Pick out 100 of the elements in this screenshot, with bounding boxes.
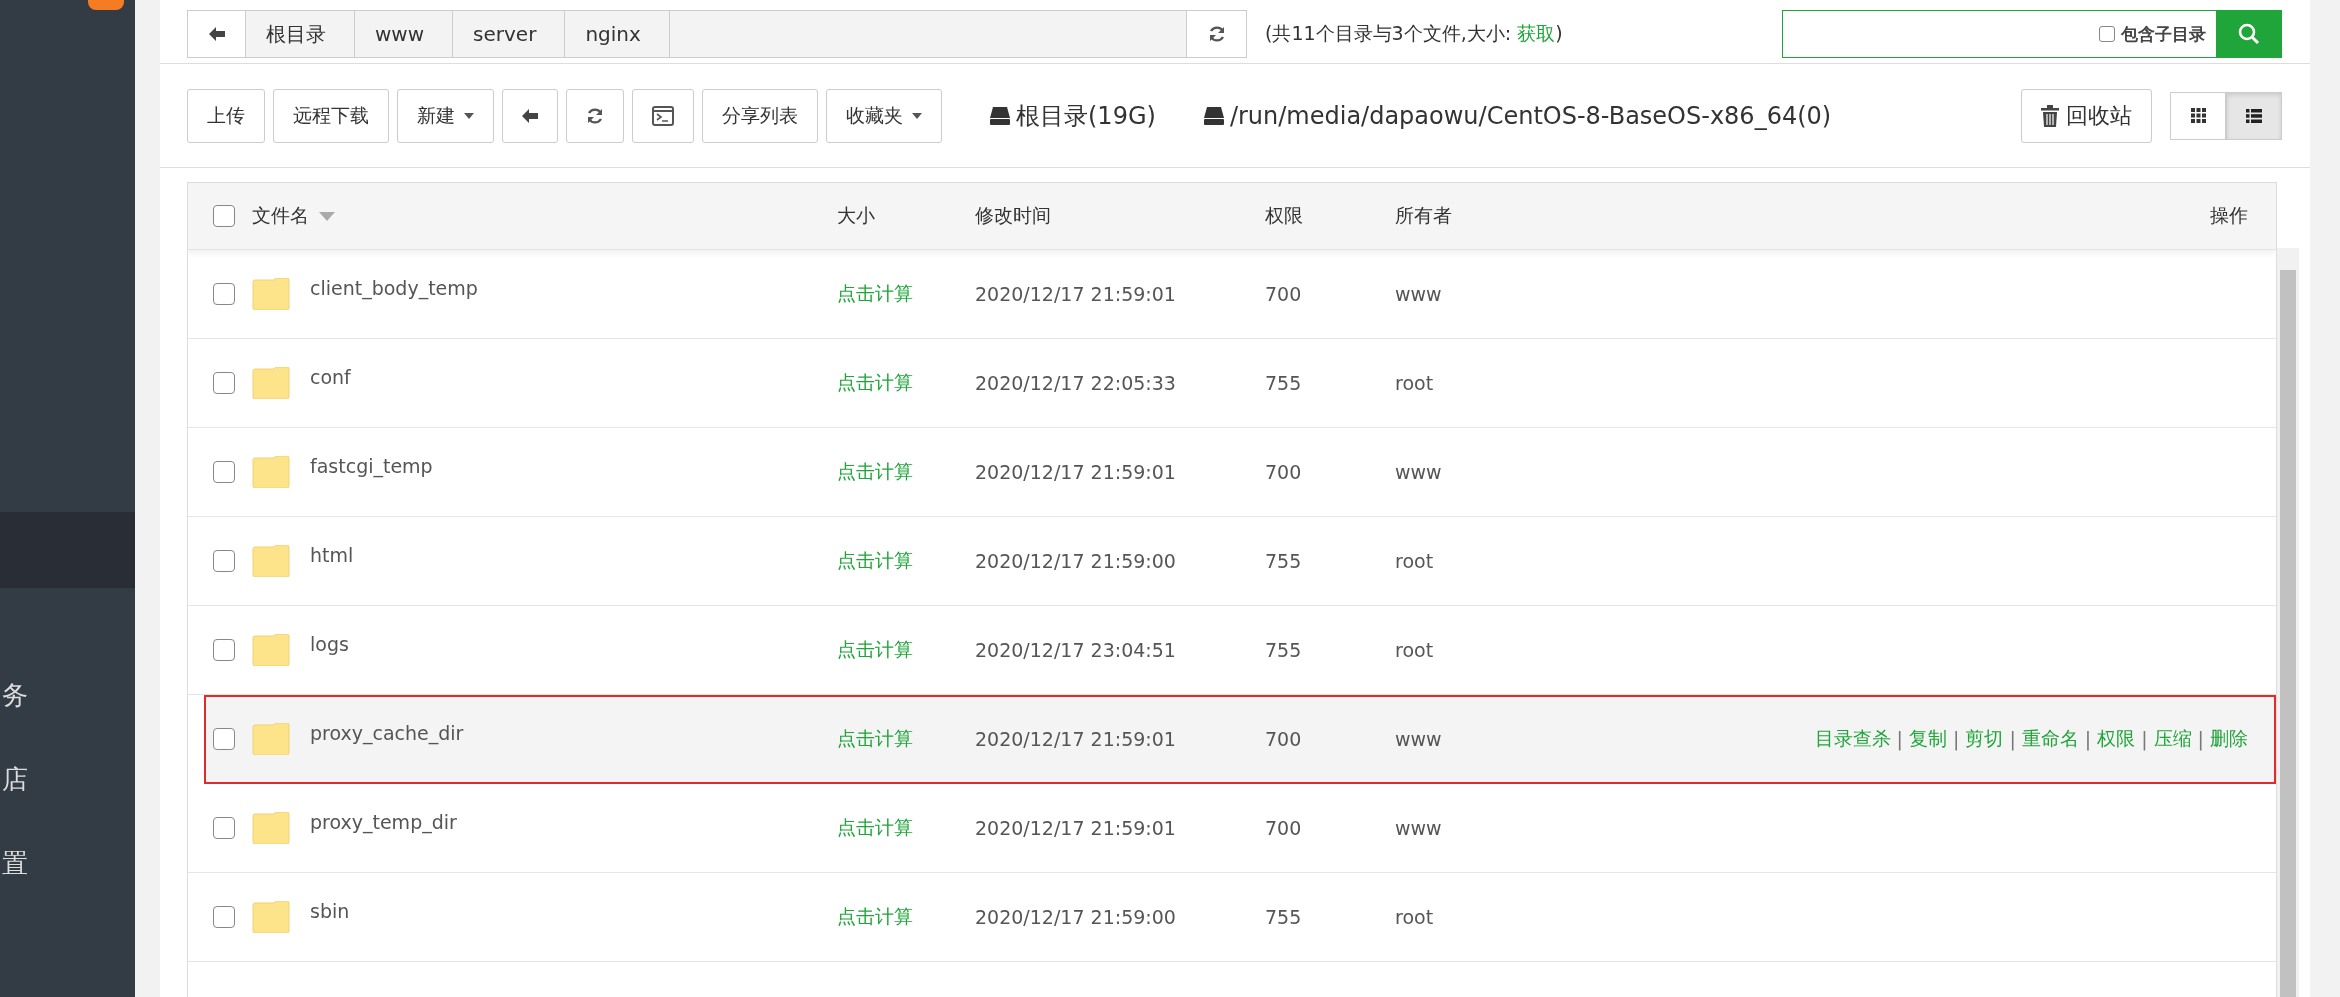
folder-icon [252,723,290,755]
disk-link[interactable]: /run/media/dapaowu/CentOS-8-BaseOS-x86_64(0) [1203,101,1832,130]
table-row[interactable]: html 点击计算 2020/12/17 21:59:00 755 root [188,517,2276,606]
hard-drive-icon [1203,106,1224,125]
sidebar-item[interactable]: 店 [2,764,28,794]
disk-link[interactable]: 根目录(19G) [990,99,1156,132]
separator-text: | [2141,728,2148,750]
separator-text: | [1896,728,1903,750]
list-view-button[interactable] [2226,91,2282,140]
caret-icon [912,112,922,119]
modified-time: 2020/12/17 21:59:01 [975,728,1176,750]
caret-icon [464,112,474,119]
toolbar-button[interactable]: 远程下载 [273,88,389,143]
table-row[interactable]: sbin 点击计算 2020/12/17 21:59:00 755 root [188,873,2276,962]
grid-icon [2190,108,2206,123]
permission-text: 755 [1265,906,1302,928]
permission-text: 700 [1265,283,1302,305]
permission-text: 755 [1265,550,1302,572]
modified-time: 2020/12/17 21:59:01 [975,817,1176,839]
highlighted-row[interactable]: proxy_cache_dir 点击计算 2020/12/17 21:59:01 700 www 目录查杀 | 复制 | 剪切 | 重命名 | 权限 | 压缩 | 删除 [204,695,2276,784]
scrollbar-thumb[interactable] [2280,270,2296,997]
owner-text: root [1395,550,1434,572]
directory-summary: (共11个目录与3个文件,大小: 获取) [1265,21,1563,46]
row-checkbox[interactable] [213,639,235,661]
file-name[interactable]: logs [310,633,349,655]
modified-time: 2020/12/17 22:05:33 [975,372,1176,394]
back-button[interactable] [502,88,558,143]
search-button[interactable] [2216,10,2282,58]
scrollbar[interactable] [2277,248,2299,997]
file-name[interactable]: sbin [310,900,350,922]
toolbar-button[interactable]: 新建 [397,88,494,143]
select-all-checkbox[interactable] [213,205,235,227]
permission-text: 700 [1265,728,1302,750]
file-name[interactable]: proxy_temp_dir [310,811,457,833]
column-header: 修改时间 [975,204,1051,226]
file-name[interactable]: conf [310,366,351,388]
modified-time: 2020/12/17 21:59:00 [975,906,1176,928]
row-checkbox[interactable] [213,728,235,750]
back-button[interactable] [188,11,246,57]
column-header: 大小 [837,204,875,226]
grid-view-button[interactable] [2170,91,2226,140]
checkbox[interactable] [2099,26,2115,42]
search-field[interactable]: 包含子目录 [1782,10,2282,58]
file-name[interactable]: html [310,544,354,566]
permission-text: 700 [1265,817,1302,839]
search-icon [2238,23,2260,45]
toolbar-button[interactable]: 收藏夹 [826,88,942,143]
folder-icon [252,812,290,844]
owner-text: root [1395,639,1434,661]
separator-text: | [2197,728,2204,750]
row-checkbox[interactable] [213,372,235,394]
table-row[interactable]: fastcgi_temp 点击计算 2020/12/17 21:59:01 700 www [188,428,2276,517]
list-icon [2246,108,2262,123]
owner-text: www [1395,283,1442,305]
toolbar-button[interactable]: 分享列表 [702,88,818,143]
separator-text: | [2084,728,2092,750]
sidebar-item[interactable]: 务 [2,680,28,710]
permission-text: 700 [1265,461,1302,483]
owner-text: www [1395,728,1442,750]
owner-text: www [1395,461,1442,483]
modified-time: 2020/12/17 21:59:00 [975,550,1176,572]
row-checkbox[interactable] [213,283,235,305]
modified-time: 2020/12/17 23:04:51 [975,639,1176,661]
refresh-icon [586,106,604,125]
file-name[interactable]: proxy_cache_dir [310,722,464,744]
folder-icon [252,545,290,577]
toolbar-button[interactable]: 上传 [187,88,265,143]
folder-icon [252,901,290,933]
separator-text: | [1952,728,1960,750]
modified-time: 2020/12/17 21:59:01 [975,461,1176,483]
column-header: 权限 [1265,204,1303,226]
column-header: 操作 [2210,203,2248,228]
row-checkbox[interactable] [213,906,235,928]
arrow-left-icon [208,27,225,41]
table-row[interactable]: conf 点击计算 2020/12/17 22:05:33 755 root [188,339,2276,428]
terminal-icon [652,105,674,126]
separator-text: | [2009,728,2016,750]
file-name[interactable]: client_body_temp [310,277,478,299]
permission-text: 755 [1265,372,1302,394]
folder-icon [252,634,290,666]
owner-text: root [1395,906,1434,928]
file-name[interactable]: fastcgi_temp [310,455,433,477]
column-header[interactable]: 文件名 [252,203,309,229]
row-checkbox[interactable] [213,550,235,572]
hard-drive-icon [990,106,1010,125]
refresh-button[interactable] [566,88,624,143]
table-row[interactable]: proxy_temp_dir 点击计算 2020/12/17 21:59:01 700 www [188,784,2276,873]
sort-caret-icon [319,211,335,221]
sidebar-item[interactable]: 置 [2,848,28,878]
terminal-button[interactable] [632,88,694,143]
folder-icon [252,278,290,310]
refresh-button[interactable] [1186,11,1246,57]
owner-text: root [1395,372,1434,394]
row-checkbox[interactable] [213,817,235,839]
owner-text: www [1395,817,1442,839]
recycle-bin-button[interactable]: 回收站 [2021,88,2152,143]
permission-text: 755 [1265,639,1302,661]
row-checkbox[interactable] [213,461,235,483]
table-row[interactable]: client_body_temp 点击计算 2020/12/17 21:59:01 700 www [188,250,2276,339]
trash-icon [2041,104,2059,127]
